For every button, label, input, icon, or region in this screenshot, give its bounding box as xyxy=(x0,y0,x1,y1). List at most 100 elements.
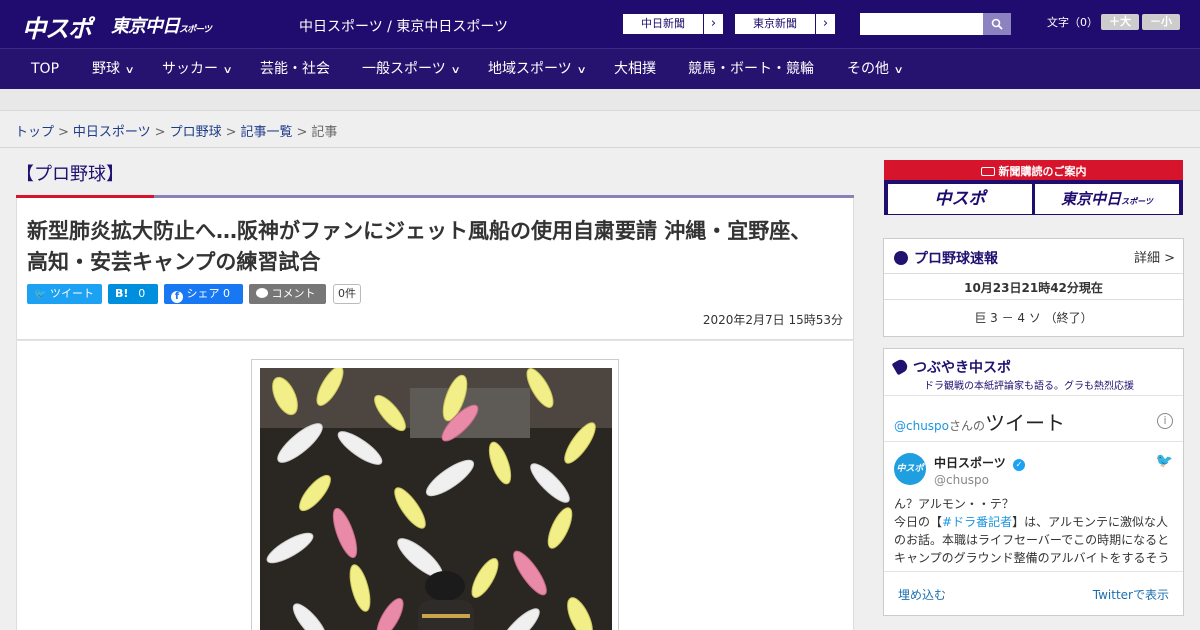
tweet-button[interactable]: 🐦 ツイート xyxy=(27,284,102,304)
search-box xyxy=(860,13,1011,35)
global-nav: TOP 野球 ∨ サッカー ∨ 芸能・社会 一般スポーツ ∨ 地域スポーツ ∨ 大相撲 … xyxy=(0,48,1200,89)
breadcrumb-current: 記事 xyxy=(311,125,338,140)
avatar[interactable]: 中スポ xyxy=(894,453,926,485)
view-on-twitter-link[interactable]: Twitterで表示 xyxy=(1093,586,1169,603)
chevron-down-icon: ∨ xyxy=(124,65,135,76)
balloon-photo-image xyxy=(260,368,612,630)
score-title: プロ野球速報 xyxy=(914,251,998,267)
subscribe-chuspo-button[interactable]: 中スポ xyxy=(888,184,1032,214)
breadcrumb-sep: > xyxy=(225,125,237,140)
divider xyxy=(884,273,1183,274)
twitter-widget: つぶやき中スポ ドラ観戦の本紙評論家も語る。グラも熱烈応援 @chuspoさんの… xyxy=(883,348,1184,616)
tokyo-chunichi-logo[interactable]: 東京中日スポーツ xyxy=(111,12,212,38)
nav-label: 一般スポーツ xyxy=(362,61,446,77)
header-bar: 中スポ 東京中日スポーツ 中日スポーツ / 東京中日スポーツ 中日新聞 › 東京… xyxy=(0,0,1200,48)
search-button[interactable] xyxy=(983,13,1011,35)
baseball-score-widget: プロ野球速報 詳細 > 10月23日21時42分現在 巨 3 － 4 ソ （終了… xyxy=(883,238,1184,337)
chevron-down-icon: ∨ xyxy=(893,65,904,76)
subscription-banner: 新聞購読のご案内 中スポ 東京中日スポーツ xyxy=(884,160,1183,215)
facebook-share-button[interactable]: f シェア 0 xyxy=(164,284,243,304)
embed-link[interactable]: 埋め込む xyxy=(898,586,946,603)
account-name-label: 中日スポーツ xyxy=(934,456,1006,470)
nav-item-top[interactable]: TOP xyxy=(31,49,59,89)
tokyo-logo-small: スポーツ xyxy=(179,25,212,35)
divider xyxy=(0,147,1200,148)
nav-item-general-sports[interactable]: 一般スポーツ ∨ xyxy=(362,49,461,89)
verified-badge-icon: ✓ xyxy=(1012,459,1025,471)
article-body xyxy=(16,340,854,630)
nav-label: TOP xyxy=(31,61,60,77)
font-size-decrease-button[interactable]: －小 xyxy=(1142,14,1180,30)
nav-item-sumo[interactable]: 大相撲 xyxy=(614,49,656,89)
font-size-increase-button[interactable]: ＋大 xyxy=(1101,14,1139,30)
breadcrumb-sep: > xyxy=(58,125,69,140)
account-handle[interactable]: @chuspo xyxy=(934,473,989,487)
chevron-down-icon: ∨ xyxy=(450,65,461,76)
subscription-header: 新聞購読のご案内 xyxy=(884,163,1183,180)
nav-item-local-sports[interactable]: 地域スポーツ ∨ xyxy=(488,49,587,89)
nav-label: 地域スポーツ xyxy=(488,61,572,77)
article-header: 新型肺炎拡大防止へ…阪神がファンにジェット風船の使用自粛要請 沖縄・宜野座、高知… xyxy=(16,198,854,340)
timeline-handle[interactable]: @chuspo xyxy=(894,419,949,433)
nav-item-baseball[interactable]: 野球 ∨ xyxy=(92,49,135,89)
timeline-tweets-label: ツイート xyxy=(985,411,1066,435)
twitter-bird-icon[interactable]: 🐦 xyxy=(1156,453,1173,469)
facebook-icon: f xyxy=(171,291,183,303)
facebook-share-label: シェア 0 xyxy=(186,287,231,300)
divider xyxy=(884,395,1183,396)
nav-label: 競馬・ボート・競輪 xyxy=(688,61,814,77)
chunichi-shimbun-label: 中日新聞 xyxy=(641,17,685,30)
comment-bubble-icon xyxy=(256,288,268,298)
breadcrumb-pro-baseball[interactable]: プロ野球 xyxy=(170,125,222,140)
tweet-text-part: 今日の【 xyxy=(894,515,943,529)
hatena-icon: B! xyxy=(115,287,129,300)
nav-item-entertainment[interactable]: 芸能・社会 xyxy=(260,49,330,89)
tweet-text-part: 】は、アルモンテに激似な人 xyxy=(1012,515,1168,529)
hatena-count: 0 xyxy=(138,287,146,300)
hatena-bookmark-button[interactable]: B! 0 xyxy=(108,284,158,304)
font-size-label: 文字（0） xyxy=(1047,16,1098,29)
site-name: 中日スポーツ / 東京中日スポーツ xyxy=(299,19,509,35)
newspaper-icon xyxy=(980,167,995,176)
subscribe-tokyo-label: 東京中日 xyxy=(1061,190,1122,208)
breadcrumb-chunichi-sports[interactable]: 中日スポーツ xyxy=(73,125,151,140)
breadcrumb-top[interactable]: トップ xyxy=(15,125,54,140)
tweet-line: 今日の【#ドラ番記者】は、アルモンテに激似な人 xyxy=(894,513,1178,531)
breadcrumb-article-list[interactable]: 記事一覧 xyxy=(241,125,293,140)
nav-item-other[interactable]: その他 ∨ xyxy=(847,49,904,89)
twitter-bird-icon: 🐦 xyxy=(34,289,47,300)
tweet-hashtag[interactable]: #ドラ番記者 xyxy=(942,515,1012,529)
tsubuyaki-subtitle: ドラ観戦の本紙評論家も語る。グラも熱烈応援 xyxy=(924,381,1134,392)
nav-label: 大相撲 xyxy=(614,61,656,77)
subscribe-tokyo-chunichi-button[interactable]: 東京中日スポーツ xyxy=(1035,184,1179,214)
article-photo[interactable] xyxy=(251,359,619,630)
tweet-line: キャンプのグラウンド整備のアルバイトをするそう xyxy=(894,551,1170,565)
nav-item-soccer[interactable]: サッカー ∨ xyxy=(162,49,233,89)
tsubuyaki-title: つぶやき中スポ xyxy=(913,360,1011,376)
account-name[interactable]: 中日スポーツ ✓ xyxy=(934,454,1025,471)
comment-count: 0件 xyxy=(333,284,361,304)
chevron-down-icon: ∨ xyxy=(576,65,587,76)
tweet-text: ん？アルモン・・テ？ 今日の【#ドラ番記者】は、アルモンテに激似な人 のお話。本… xyxy=(894,495,1178,567)
score-timestamp: 10月23日21時42分現在 xyxy=(964,281,1103,295)
chuspo-logo[interactable]: 中スポ xyxy=(22,9,92,44)
subscription-header-label: 新聞購読のご案内 xyxy=(998,165,1087,178)
score-result[interactable]: 巨 3 － 4 ソ （終了） xyxy=(884,309,1183,326)
info-icon[interactable]: i xyxy=(1157,413,1173,429)
tweet-line: ん？アルモン・・テ？ xyxy=(894,497,1014,511)
search-input[interactable] xyxy=(860,13,983,35)
chunichi-shimbun-link[interactable]: 中日新聞 › xyxy=(622,13,724,35)
megaphone-icon xyxy=(891,357,910,376)
nav-label: 芸能・社会 xyxy=(260,61,330,77)
timeline-handle-suffix: さんの xyxy=(949,419,986,433)
tokyo-shimbun-link[interactable]: 東京新聞 › xyxy=(734,13,836,35)
nav-item-keiba[interactable]: 競馬・ボート・競輪 xyxy=(688,49,814,89)
comment-button[interactable]: コメント xyxy=(249,284,326,304)
subscribe-tokyo-small: スポーツ xyxy=(1121,197,1153,206)
ad-band xyxy=(0,89,1200,111)
breadcrumb-sep: > xyxy=(154,125,166,140)
breadcrumb: トップ > 中日スポーツ > プロ野球 > 記事一覧 > 記事 xyxy=(15,121,337,140)
score-detail-link[interactable]: 詳細 > xyxy=(1134,247,1175,266)
comment-label: コメント xyxy=(271,287,316,300)
timeline-header: @chuspoさんのツイート xyxy=(894,407,1065,436)
